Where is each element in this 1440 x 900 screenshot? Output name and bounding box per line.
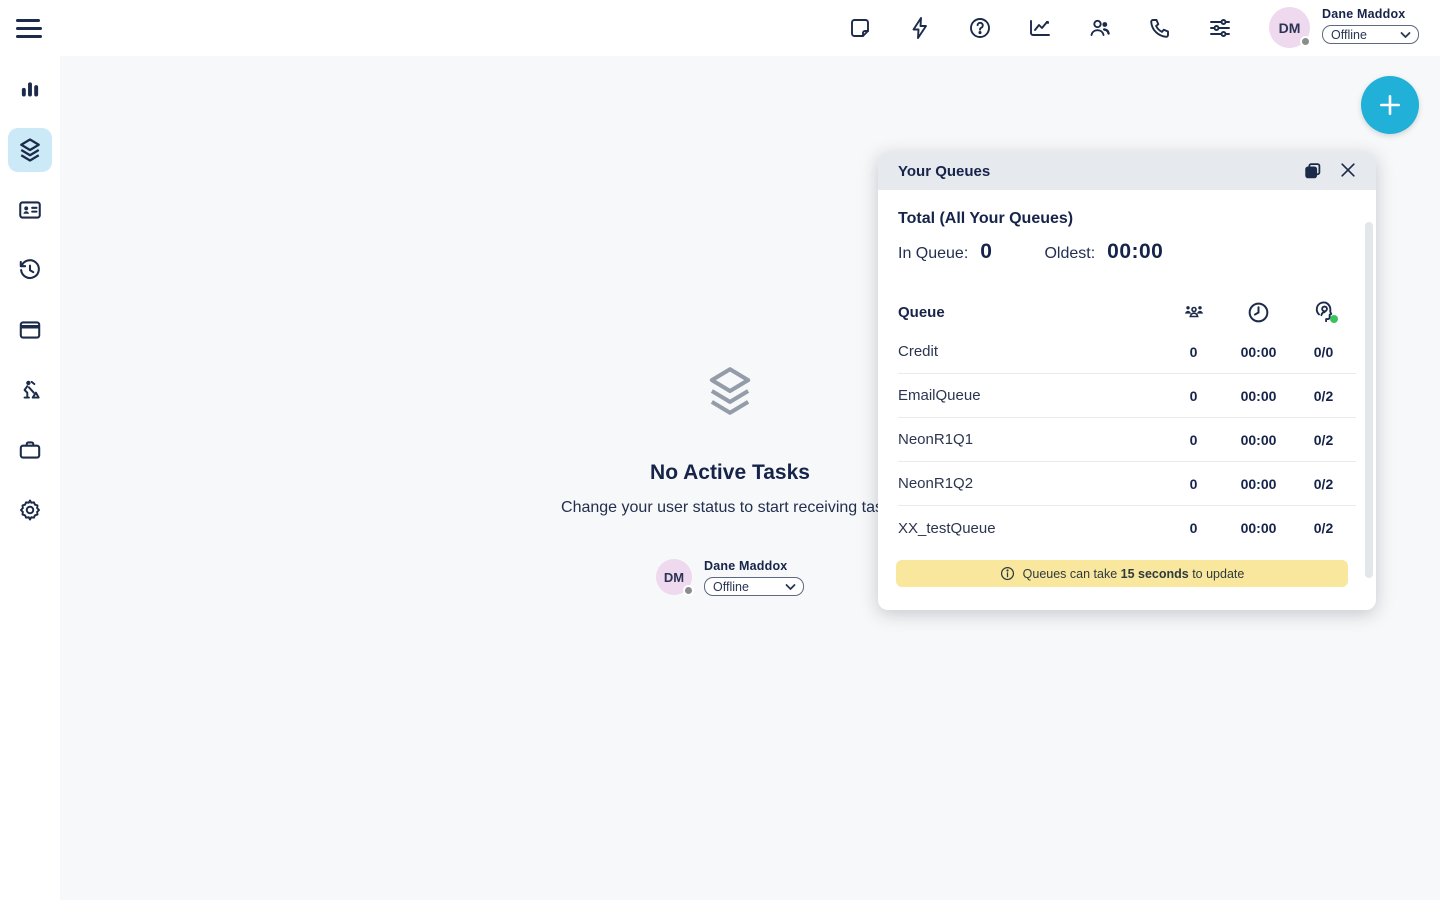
queue-count: 0	[1161, 344, 1226, 360]
gear-icon	[17, 497, 43, 523]
queue-agents: 0/2	[1291, 388, 1356, 404]
status-dot	[1300, 36, 1311, 47]
queue-name: EmailQueue	[898, 387, 1161, 404]
user-name: Dane Maddox	[704, 559, 804, 573]
close-icon[interactable]	[1338, 160, 1360, 182]
top-bar: DM Dane Maddox Offline	[0, 0, 1440, 56]
queue-agents: 0/2	[1291, 432, 1356, 448]
table-row[interactable]: EmailQueue 0 00:00 0/2	[898, 374, 1356, 418]
queue-name: NeonR1Q2	[898, 475, 1161, 492]
queue-name: XX_testQueue	[898, 520, 1161, 537]
table-header-row: Queue	[898, 294, 1356, 330]
chevron-down-icon	[1400, 31, 1411, 39]
empty-state-user: DM Dane Maddox Offline	[656, 559, 804, 596]
queue-oldest: 00:00	[1226, 432, 1291, 448]
oldest-value: 00:00	[1107, 240, 1163, 264]
layers-empty-icon	[699, 362, 761, 425]
queue-oldest: 00:00	[1226, 476, 1291, 492]
queue-count: 0	[1161, 432, 1226, 448]
help-icon[interactable]	[968, 16, 992, 40]
contacts-in-queue-icon	[1161, 300, 1226, 324]
briefcase-icon	[17, 437, 43, 463]
queue-count: 0	[1161, 388, 1226, 404]
notice-text: Queues can take 15 seconds to update	[1023, 567, 1245, 581]
sliders-icon[interactable]	[1208, 16, 1232, 40]
user-chip: DM Dane Maddox Offline	[1269, 7, 1419, 48]
add-button[interactable]	[1361, 76, 1419, 134]
chart-icon[interactable]	[1028, 16, 1052, 40]
layers-icon	[16, 136, 44, 164]
sidebar-item-tasks[interactable]	[8, 128, 52, 172]
queue-name: Credit	[898, 343, 1161, 360]
table-row[interactable]: XX_testQueue 0 00:00 0/2	[898, 506, 1356, 550]
your-queues-panel: Your Queues Total (All Your Queues) In Q…	[878, 152, 1376, 610]
history-icon	[17, 257, 43, 283]
queue-agents: 0/2	[1291, 476, 1356, 492]
queue-agents: 0/0	[1291, 344, 1356, 360]
note-icon[interactable]	[848, 16, 872, 40]
empty-state-subtitle: Change your user status to start receivi…	[561, 499, 899, 517]
empty-state-title: No Active Tasks	[650, 461, 810, 485]
popout-icon[interactable]	[1302, 160, 1324, 182]
phone-icon[interactable]	[1148, 16, 1172, 40]
queue-column-header: Queue	[898, 304, 1161, 321]
sidebar-item-history[interactable]	[8, 248, 52, 292]
browser-window-icon	[17, 317, 43, 343]
menu-icon[interactable]	[16, 14, 44, 42]
update-notice-banner: Queues can take 15 seconds to update	[896, 560, 1348, 587]
contact-card-icon	[17, 197, 43, 223]
queues-table: Queue Credit 0 00:00 0/0	[898, 294, 1356, 550]
totals-row: In Queue: 0 Oldest: 00:00	[898, 240, 1356, 264]
status-select-value: Offline	[713, 580, 749, 594]
info-icon	[1000, 566, 1015, 581]
status-select-value: Offline	[1331, 28, 1367, 42]
wait-time-clock-icon	[1226, 300, 1291, 325]
table-row[interactable]: NeonR1Q2 0 00:00 0/2	[898, 462, 1356, 506]
total-heading: Total (All Your Queues)	[898, 210, 1356, 228]
lightning-icon[interactable]	[908, 16, 932, 40]
sidebar-item-contacts[interactable]	[8, 188, 52, 232]
panel-title: Your Queues	[898, 163, 1288, 180]
avatar: DM	[656, 559, 692, 595]
sidebar	[0, 56, 60, 900]
active-agents-icon	[1291, 299, 1356, 325]
avatar-initials: DM	[1279, 20, 1301, 36]
status-dot	[683, 585, 694, 596]
table-row[interactable]: NeonR1Q1 0 00:00 0/2	[898, 418, 1356, 462]
user-meta: Dane Maddox Offline	[704, 559, 804, 596]
queue-count: 0	[1161, 476, 1226, 492]
queue-count: 0	[1161, 520, 1226, 536]
oldest-label: Oldest:	[1044, 245, 1095, 263]
bar-chart-icon	[17, 77, 43, 103]
queue-oldest: 00:00	[1226, 388, 1291, 404]
panel-header[interactable]: Your Queues	[878, 152, 1376, 190]
sidebar-item-construction[interactable]	[8, 368, 52, 412]
sidebar-item-metrics[interactable]	[8, 68, 52, 112]
sidebar-item-apps[interactable]	[8, 428, 52, 472]
queue-name: NeonR1Q1	[898, 431, 1161, 448]
sidebar-item-window[interactable]	[8, 308, 52, 352]
user-name: Dane Maddox	[1322, 7, 1419, 21]
plus-icon	[1377, 92, 1403, 118]
avatar-initials: DM	[664, 570, 684, 585]
avatar[interactable]: DM	[1269, 7, 1310, 48]
panel-body: Total (All Your Queues) In Queue: 0 Olde…	[878, 190, 1376, 587]
digging-icon	[17, 377, 43, 403]
queue-agents: 0/2	[1291, 520, 1356, 536]
user-meta: Dane Maddox Offline	[1322, 7, 1419, 48]
sidebar-item-settings[interactable]	[8, 488, 52, 532]
status-select[interactable]: Offline	[704, 577, 804, 596]
chevron-down-icon	[785, 583, 796, 591]
in-queue-value: 0	[980, 240, 992, 264]
queue-oldest: 00:00	[1226, 344, 1291, 360]
in-queue-label: In Queue:	[898, 245, 968, 263]
queue-oldest: 00:00	[1226, 520, 1291, 536]
topbar-icon-group	[848, 16, 1232, 40]
panel-scrollbar[interactable]	[1365, 222, 1373, 578]
agents-available-dot	[1330, 315, 1338, 323]
people-icon[interactable]	[1088, 16, 1112, 40]
table-row[interactable]: Credit 0 00:00 0/0	[898, 330, 1356, 374]
status-select[interactable]: Offline	[1322, 25, 1419, 44]
